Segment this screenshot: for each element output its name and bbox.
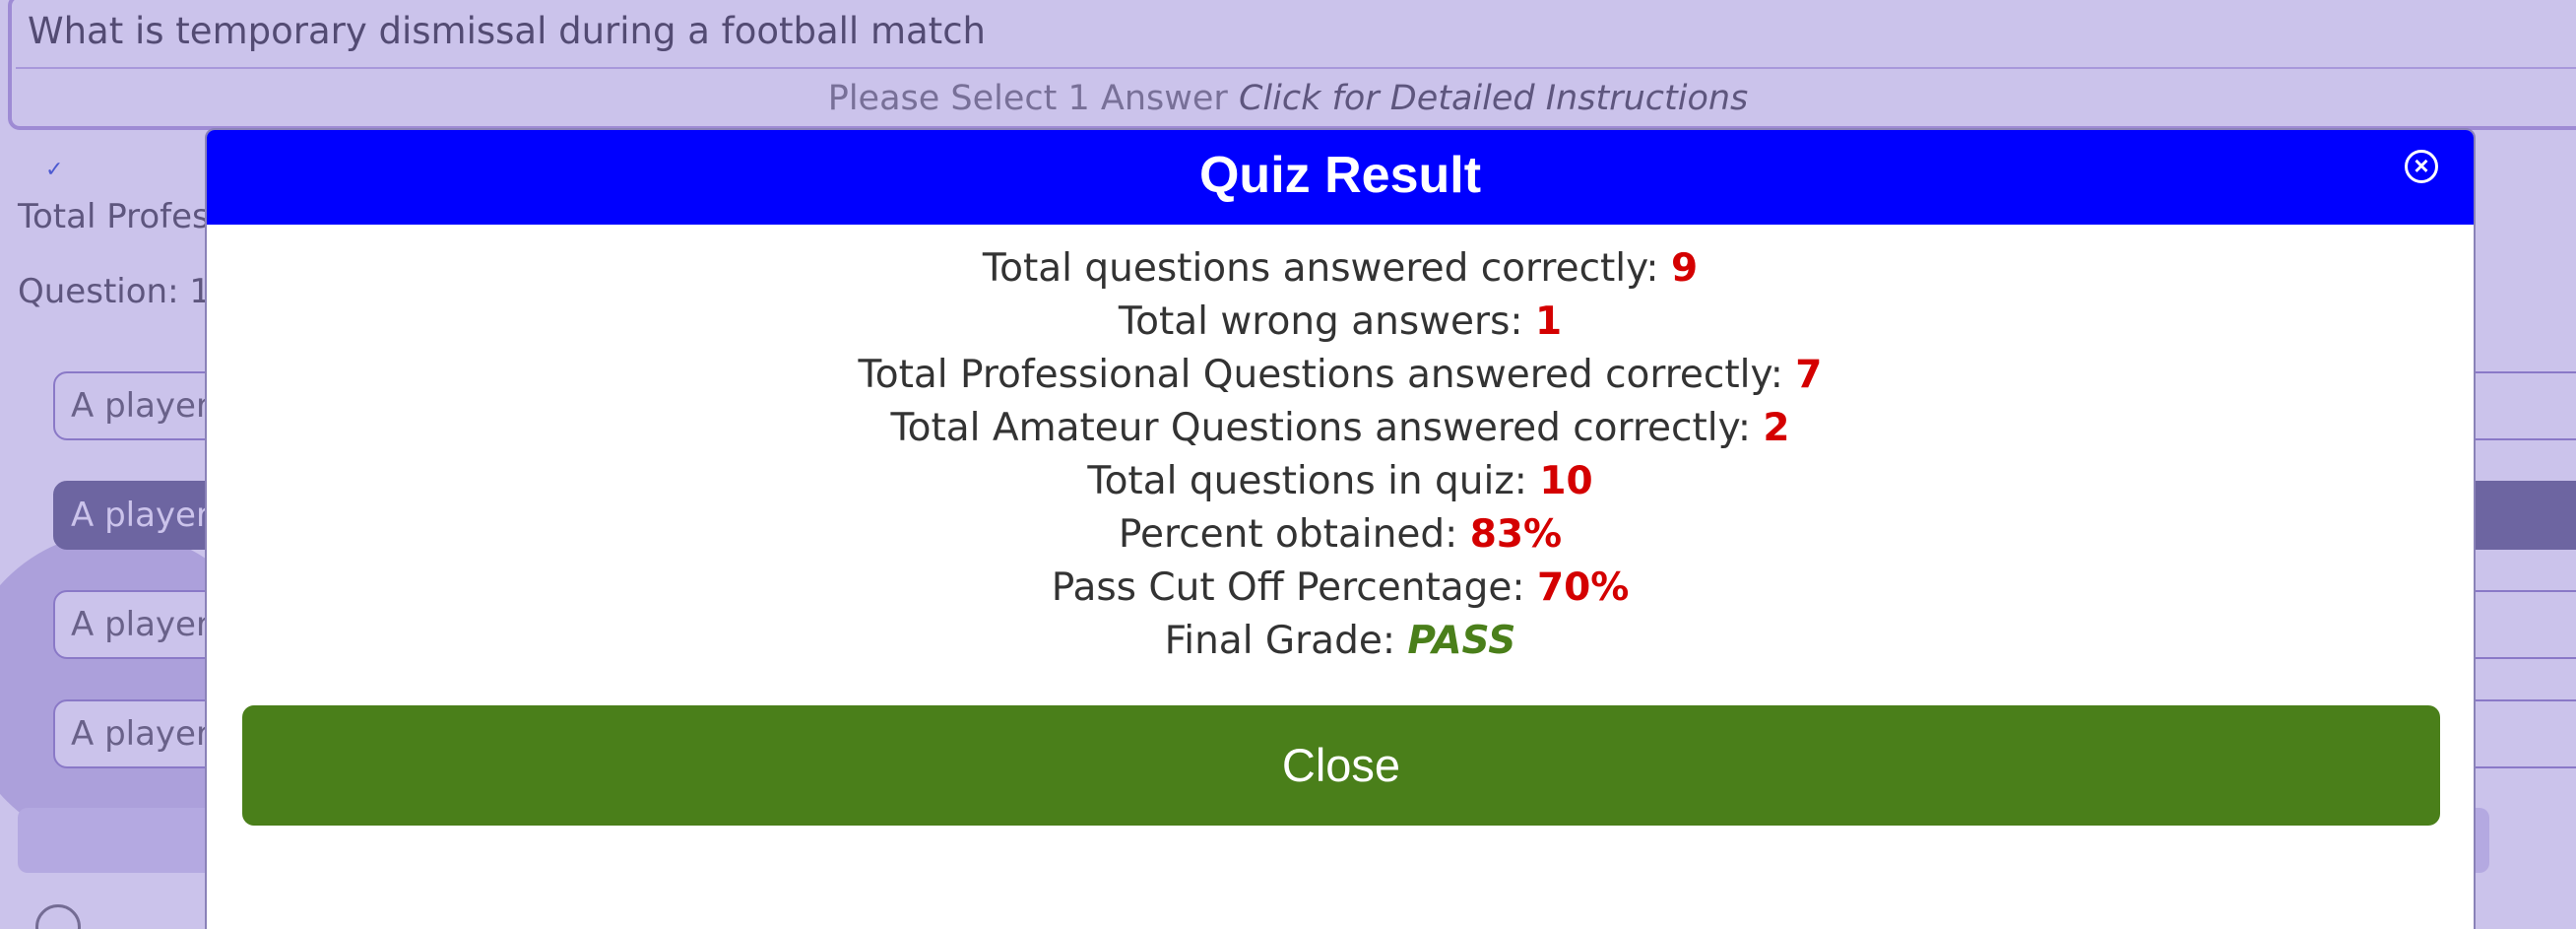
stat-value: 9 bbox=[1670, 246, 1699, 291]
stat-label: Pass Cut Off Percentage: bbox=[1051, 565, 1525, 610]
stat-value: 2 bbox=[1763, 406, 1790, 450]
stat-row-total: Total questions in quiz: 10 bbox=[207, 455, 2474, 508]
modal-title: Quiz Result bbox=[1198, 147, 1482, 204]
stat-value: 83% bbox=[1469, 512, 1563, 557]
stat-value: 10 bbox=[1539, 459, 1593, 503]
stat-label: Total wrong answers: bbox=[1118, 299, 1523, 344]
stat-label: Total Professional Questions answered co… bbox=[858, 353, 1783, 397]
modal-header: Quiz Result × bbox=[207, 130, 2474, 225]
stat-row-grade: Final Grade: PASS bbox=[207, 615, 2474, 668]
stat-value: 1 bbox=[1534, 299, 1563, 344]
stat-label: Total questions answered correctly: bbox=[982, 246, 1659, 291]
stat-row-correct: Total questions answered correctly: 9 bbox=[207, 242, 2474, 296]
stat-row-amateur: Total Amateur Questions answered correct… bbox=[207, 402, 2474, 455]
close-button[interactable]: Close bbox=[242, 705, 2440, 826]
stat-row-percent: Percent obtained: 83% bbox=[207, 508, 2474, 562]
quiz-page: What is temporary dismissal during a foo… bbox=[0, 0, 2576, 929]
stat-row-professional: Total Professional Questions answered co… bbox=[207, 349, 2474, 402]
stat-value: 7 bbox=[1795, 353, 1823, 397]
stat-row-wrong: Total wrong answers: 1 bbox=[207, 296, 2474, 349]
grade-value: PASS bbox=[1407, 619, 1516, 663]
result-stats: Total questions answered correctly: 9 To… bbox=[207, 242, 2474, 668]
quiz-result-modal: Quiz Result × Total questions answered c… bbox=[205, 128, 2476, 929]
stat-value: 70% bbox=[1536, 565, 1630, 610]
grade-label: Final Grade: bbox=[1164, 619, 1395, 663]
stat-row-cutoff: Pass Cut Off Percentage: 70% bbox=[207, 562, 2474, 615]
stat-label: Percent obtained: bbox=[1118, 512, 1458, 557]
close-circle-icon[interactable]: × bbox=[2405, 150, 2438, 183]
stat-label: Total Amateur Questions answered correct… bbox=[890, 406, 1751, 450]
stat-label: Total questions in quiz: bbox=[1087, 459, 1527, 503]
